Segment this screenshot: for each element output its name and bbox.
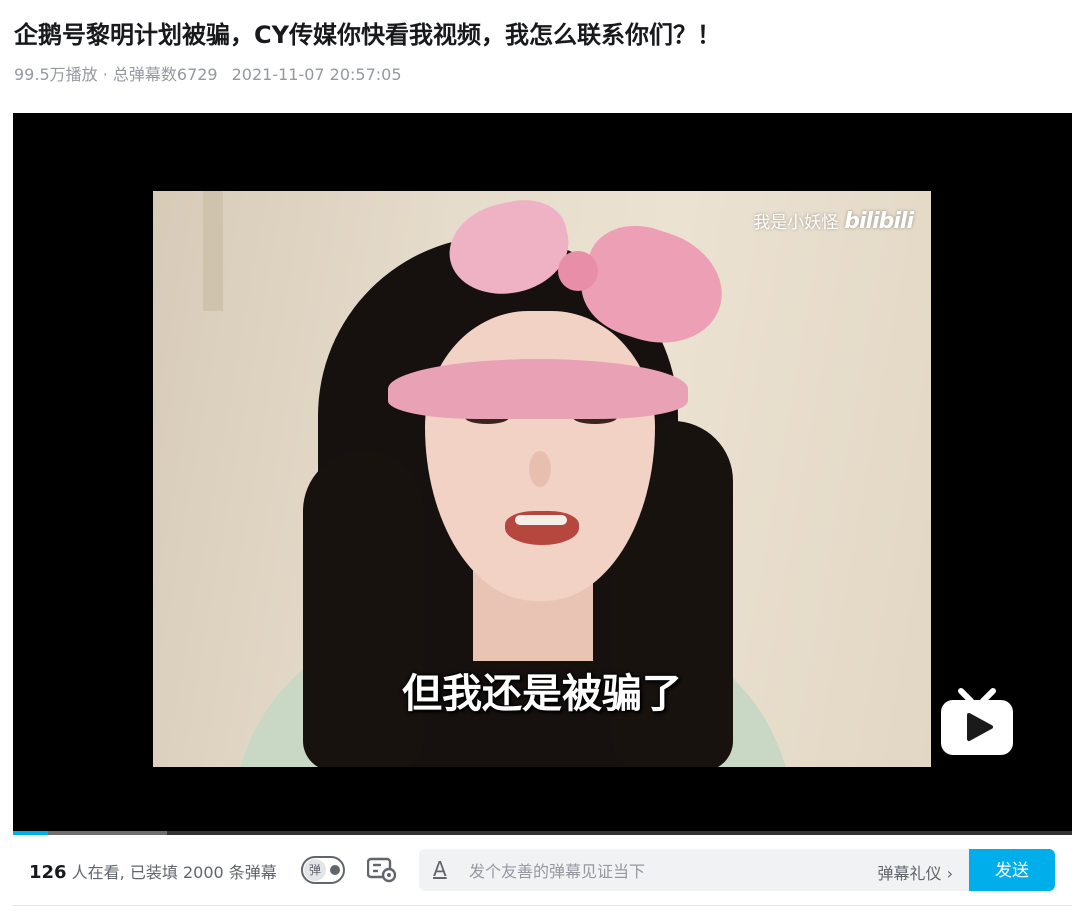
publish-date: 2021-11-07 20:57:05 — [231, 65, 402, 84]
danmaku-toggle[interactable]: 弹 — [301, 856, 345, 884]
wall-background — [203, 191, 223, 311]
video-player[interactable]: 我是小妖怪 bilibili 但我还是被骗了 — [13, 113, 1072, 835]
watermark-text: 我是小妖怪 — [753, 213, 839, 233]
nose — [529, 451, 551, 487]
uploader-watermark: 我是小妖怪 bilibili — [753, 209, 914, 236]
headband-bow-knot — [558, 251, 598, 291]
danmaku-input[interactable] — [467, 855, 831, 887]
play-stats: 99.5万播放 · 总弹幕数6729 — [14, 65, 218, 84]
send-button[interactable]: 发送 — [969, 849, 1055, 891]
viewer-info: 126 人在看, 已装填 2000 条弹幕 — [29, 859, 277, 883]
video-subtitle: 但我还是被骗了 — [402, 671, 682, 717]
bilibili-logo: bilibili — [844, 209, 914, 234]
bilibili-tv-icon — [941, 688, 1013, 755]
teeth — [515, 515, 567, 525]
danmaku-count: 2000 — [182, 863, 224, 882]
danmaku-input-wrapper: A 弹幕礼仪 › — [419, 849, 969, 891]
person-hair-left — [303, 451, 423, 767]
headband — [388, 359, 688, 419]
font-style-icon[interactable]: A — [433, 857, 447, 881]
video-frame[interactable]: 我是小妖怪 bilibili 但我还是被骗了 — [153, 191, 931, 767]
danmaku-bar: 126 人在看, 已装填 2000 条弹幕 弹 A 弹幕礼仪 › 发送 — [13, 835, 1072, 906]
danmaku-count-suffix: 条弹幕 — [228, 863, 277, 882]
video-title: 企鹅号黎明计划被骗，CY传媒你快看我视频，我怎么联系你们？！ — [14, 21, 721, 49]
mouth — [505, 511, 579, 545]
viewer-text: 人在看, 已装填 — [71, 863, 178, 882]
danmaku-etiquette-link[interactable]: 弹幕礼仪 › — [878, 860, 954, 884]
video-meta: 99.5万播放 · 总弹幕数6729 2021-11-07 20:57:05 — [14, 64, 402, 86]
danmaku-toggle-dot — [330, 865, 340, 875]
danmaku-settings-icon[interactable] — [367, 857, 397, 883]
danmaku-toggle-knob: 弹 — [304, 859, 326, 881]
viewer-count: 126 — [29, 862, 67, 883]
